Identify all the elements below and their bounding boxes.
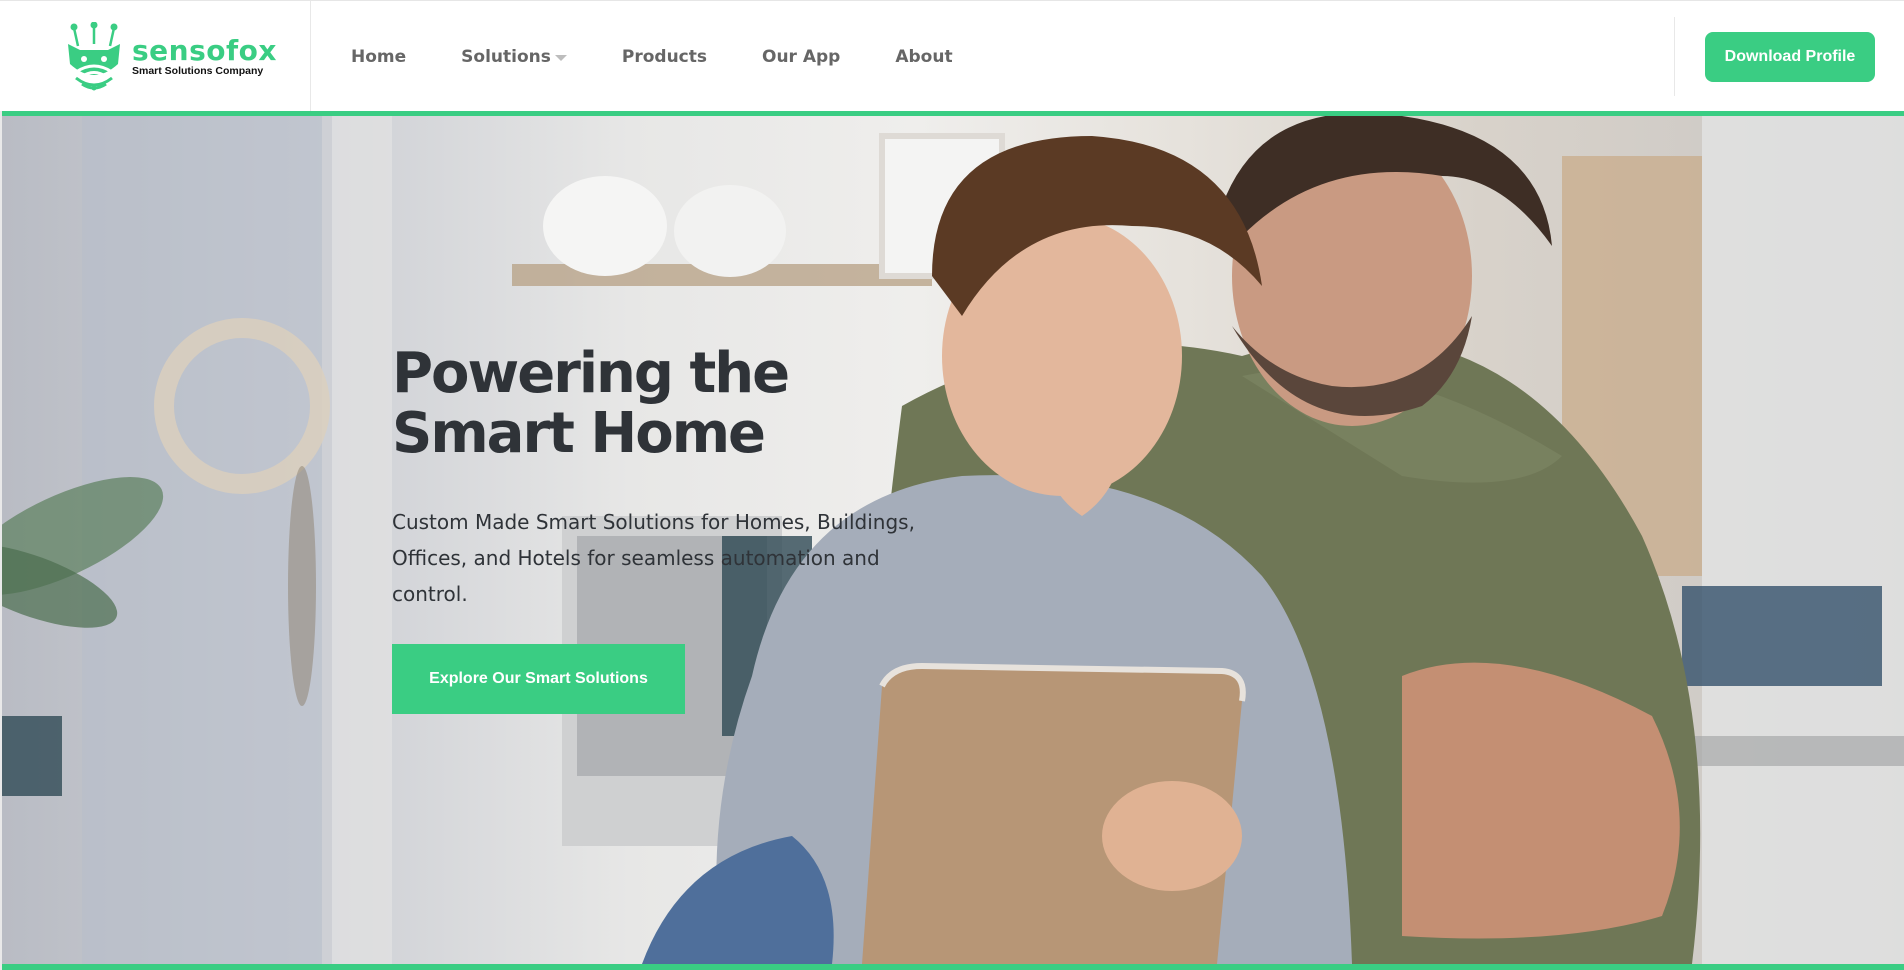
nav-solutions[interactable]: Solutions [461,47,567,67]
footer-accent-line [2,964,1904,970]
nav-about[interactable]: About [895,47,952,67]
hero-subtitle: Custom Made Smart Solutions for Homes, B… [392,510,915,606]
chevron-down-icon [554,54,567,61]
explore-solutions-button[interactable]: Explore Our Smart Solutions [392,644,685,714]
logo-text: sensofox Smart Solutions Company [132,33,277,78]
fox-wifi-logo-icon [68,22,120,91]
father-and-son-with-tablet-photo [2,116,1904,964]
nav-solutions-label: Solutions [461,46,551,67]
download-profile-button[interactable]: Download Profile [1705,32,1875,82]
logo-brand-name: sensofox [132,33,277,67]
nav-our-app-label: Our App [762,46,841,67]
nav-about-label: About [895,46,953,67]
nav-home-label: Home [351,46,407,67]
nav-home[interactable]: Home [351,47,406,67]
nav-products-label: Products [621,46,707,67]
main-nav: Home Solutions Products Our App About [351,1,1008,112]
nav-products[interactable]: Products [622,47,707,67]
nav-our-app[interactable]: Our App [762,47,840,67]
hero-title: Powering the Smart Home [392,341,790,466]
site-logo[interactable]: sensofox Smart Solutions Company [62,21,276,93]
logo-tagline: Smart Solutions Company [132,64,264,77]
header-divider [310,1,311,112]
nav-divider [1674,17,1675,96]
site-header: sensofox Smart Solutions Company Home So… [0,0,1904,112]
hero-section: Powering the Smart Home Custom Made Smar… [2,116,1904,964]
